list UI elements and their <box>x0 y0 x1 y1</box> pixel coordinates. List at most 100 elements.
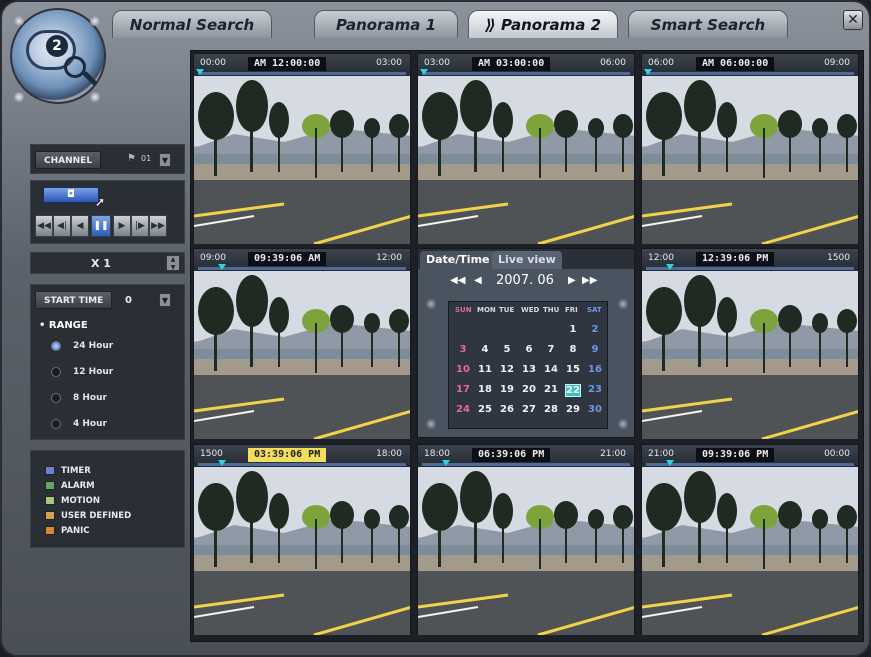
calendar-day[interactable]: 18 <box>477 384 493 395</box>
camera-panel[interactable]: 12:00 12:39:06 PM 1500 <box>641 248 859 439</box>
tab-panorama-1[interactable]: Panorama 1 <box>314 10 458 38</box>
tab-smart-search[interactable]: Smart Search <box>628 10 788 38</box>
camera-panel[interactable]: 21:00 09:39:06 PM 00:00 <box>641 444 859 635</box>
tab-panorama-2[interactable]: ⟫ Panorama 2 <box>468 10 618 38</box>
timeline-marker-icon[interactable] <box>196 69 204 75</box>
calendar-day[interactable]: 21 <box>543 384 559 395</box>
timeline-bar[interactable]: 1500 03:39:06 PM 18:00 <box>194 445 410 467</box>
pause-button[interactable]: ❚❚ <box>91 215 111 237</box>
timeline-bar[interactable]: 18:00 06:39:06 PM 21:00 <box>418 445 634 467</box>
tab-date-time[interactable]: Date/Time <box>420 251 496 269</box>
calendar-day[interactable]: 6 <box>521 344 537 355</box>
tab-live-view[interactable]: Live view <box>492 251 562 269</box>
timeline-bar[interactable]: 06:00 AM 06:00:00 09:00 <box>642 54 858 76</box>
timeline-track[interactable] <box>646 267 854 270</box>
calendar-day[interactable]: 25 <box>477 404 493 415</box>
video-feed[interactable] <box>642 467 858 635</box>
camera-panel[interactable]: 1500 03:39:06 PM 18:00 <box>193 444 411 635</box>
video-feed[interactable] <box>642 271 858 439</box>
calendar-day[interactable]: 20 <box>521 384 537 395</box>
camera-panel[interactable]: 09:00 09:39:06 AM 12:00 <box>193 248 411 439</box>
timeline-bar[interactable]: 03:00 AM 03:00:00 06:00 <box>418 54 634 76</box>
calendar-day[interactable]: 27 <box>521 404 537 415</box>
calendar-day[interactable]: 4 <box>477 344 493 355</box>
camera-panel[interactable]: 06:00 AM 06:00:00 09:00 <box>641 53 859 244</box>
step-back-button[interactable]: ◀| <box>53 215 71 237</box>
video-feed[interactable] <box>194 76 410 244</box>
calendar-day[interactable]: 9 <box>587 344 603 355</box>
timeline-marker-icon[interactable] <box>666 264 674 270</box>
timeline-bar[interactable]: 09:00 09:39:06 AM 12:00 <box>194 249 410 271</box>
timeline-track[interactable] <box>422 72 630 75</box>
video-feed[interactable] <box>418 467 634 635</box>
calendar-day[interactable]: 3 <box>455 344 471 355</box>
video-feed[interactable] <box>418 76 634 244</box>
timeline-marker-icon[interactable] <box>218 460 226 466</box>
video-feed[interactable] <box>194 271 410 439</box>
camera-panel[interactable]: 03:00 AM 03:00:00 06:00 <box>417 53 635 244</box>
calendar-day[interactable]: 8 <box>565 344 581 355</box>
timeline-track[interactable] <box>422 463 630 466</box>
app-window: Normal Search Panorama 1 ⟫ Panorama 2 Sm… <box>0 0 871 657</box>
fast-forward-button[interactable]: ▶▶ <box>149 215 167 237</box>
calendar-day[interactable]: 14 <box>543 364 559 375</box>
calendar-day[interactable]: 2 <box>587 324 603 335</box>
calendar-day[interactable]: 17 <box>455 384 471 395</box>
speed-stepper[interactable]: ▲ ▼ <box>166 255 180 271</box>
calendar-day[interactable]: 13 <box>521 364 537 375</box>
timeline-track[interactable] <box>198 463 406 466</box>
camera-panel[interactable]: 18:00 06:39:06 PM 21:00 <box>417 444 635 635</box>
timeline-marker-icon[interactable] <box>644 69 652 75</box>
timeline-track[interactable] <box>646 463 854 466</box>
camera-panel[interactable]: 00:00 AM 12:00:00 03:00 <box>193 53 411 244</box>
calendar-day[interactable]: 15 <box>565 364 581 375</box>
calendar-day[interactable]: 24 <box>455 404 471 415</box>
timeline-marker-icon[interactable] <box>420 69 428 75</box>
fast-rewind-button[interactable]: ◀◀ <box>35 215 53 237</box>
prev-month-button[interactable]: ◀ <box>474 275 482 286</box>
play-reverse-button[interactable]: ◀ <box>71 215 89 237</box>
video-feed[interactable] <box>194 467 410 635</box>
timeline-track[interactable] <box>646 72 854 75</box>
timeline-track[interactable] <box>198 72 406 75</box>
calendar-day[interactable]: 22 <box>565 384 581 397</box>
timeline-bar[interactable]: 12:00 12:39:06 PM 1500 <box>642 249 858 271</box>
calendar-day[interactable]: 26 <box>499 404 515 415</box>
play-button[interactable]: ▶ <box>113 215 131 237</box>
channel-value[interactable]: 01 <box>141 154 151 163</box>
start-time-dropdown-icon[interactable]: ▼ <box>159 293 171 307</box>
calendar-day[interactable]: 28 <box>543 404 559 415</box>
timeline-marker-icon[interactable] <box>666 460 674 466</box>
range-radio-4h[interactable] <box>51 419 61 429</box>
calendar-day[interactable]: 29 <box>565 404 581 415</box>
range-radio-12h[interactable] <box>51 367 61 377</box>
snapshot-button[interactable]: ◘ <box>43 187 99 203</box>
timeline-marker-icon[interactable] <box>218 264 226 270</box>
close-button[interactable]: ✕ <box>843 10 863 30</box>
channel-dropdown-icon[interactable]: ▼ <box>159 153 171 167</box>
next-year-button[interactable]: ▶▶ <box>582 275 597 286</box>
calendar-day[interactable]: 10 <box>455 364 471 375</box>
timeline-bar[interactable]: 21:00 09:39:06 PM 00:00 <box>642 445 858 467</box>
next-month-button[interactable]: ▶ <box>568 275 576 286</box>
timeline-start-label: 03:00 <box>424 58 450 68</box>
calendar-day[interactable]: 16 <box>587 364 603 375</box>
timeline-track[interactable] <box>198 267 406 270</box>
calendar-day[interactable]: 19 <box>499 384 515 395</box>
start-time-value[interactable]: 0 <box>125 295 132 306</box>
step-forward-button[interactable]: |▶ <box>131 215 149 237</box>
range-radio-8h[interactable] <box>51 393 61 403</box>
tab-normal-search[interactable]: Normal Search <box>112 10 272 38</box>
range-radio-24h[interactable] <box>51 341 61 351</box>
calendar-day[interactable]: 7 <box>543 344 559 355</box>
calendar-day[interactable]: 23 <box>587 384 603 395</box>
calendar-day[interactable]: 1 <box>565 324 581 335</box>
timeline-marker-icon[interactable] <box>442 460 450 466</box>
calendar-day[interactable]: 30 <box>587 404 603 415</box>
calendar-day[interactable]: 5 <box>499 344 515 355</box>
prev-year-button[interactable]: ◀◀ <box>450 275 465 286</box>
timeline-bar[interactable]: 00:00 AM 12:00:00 03:00 <box>194 54 410 76</box>
calendar-day[interactable]: 12 <box>499 364 515 375</box>
video-feed[interactable] <box>642 76 858 244</box>
calendar-day[interactable]: 11 <box>477 364 493 375</box>
